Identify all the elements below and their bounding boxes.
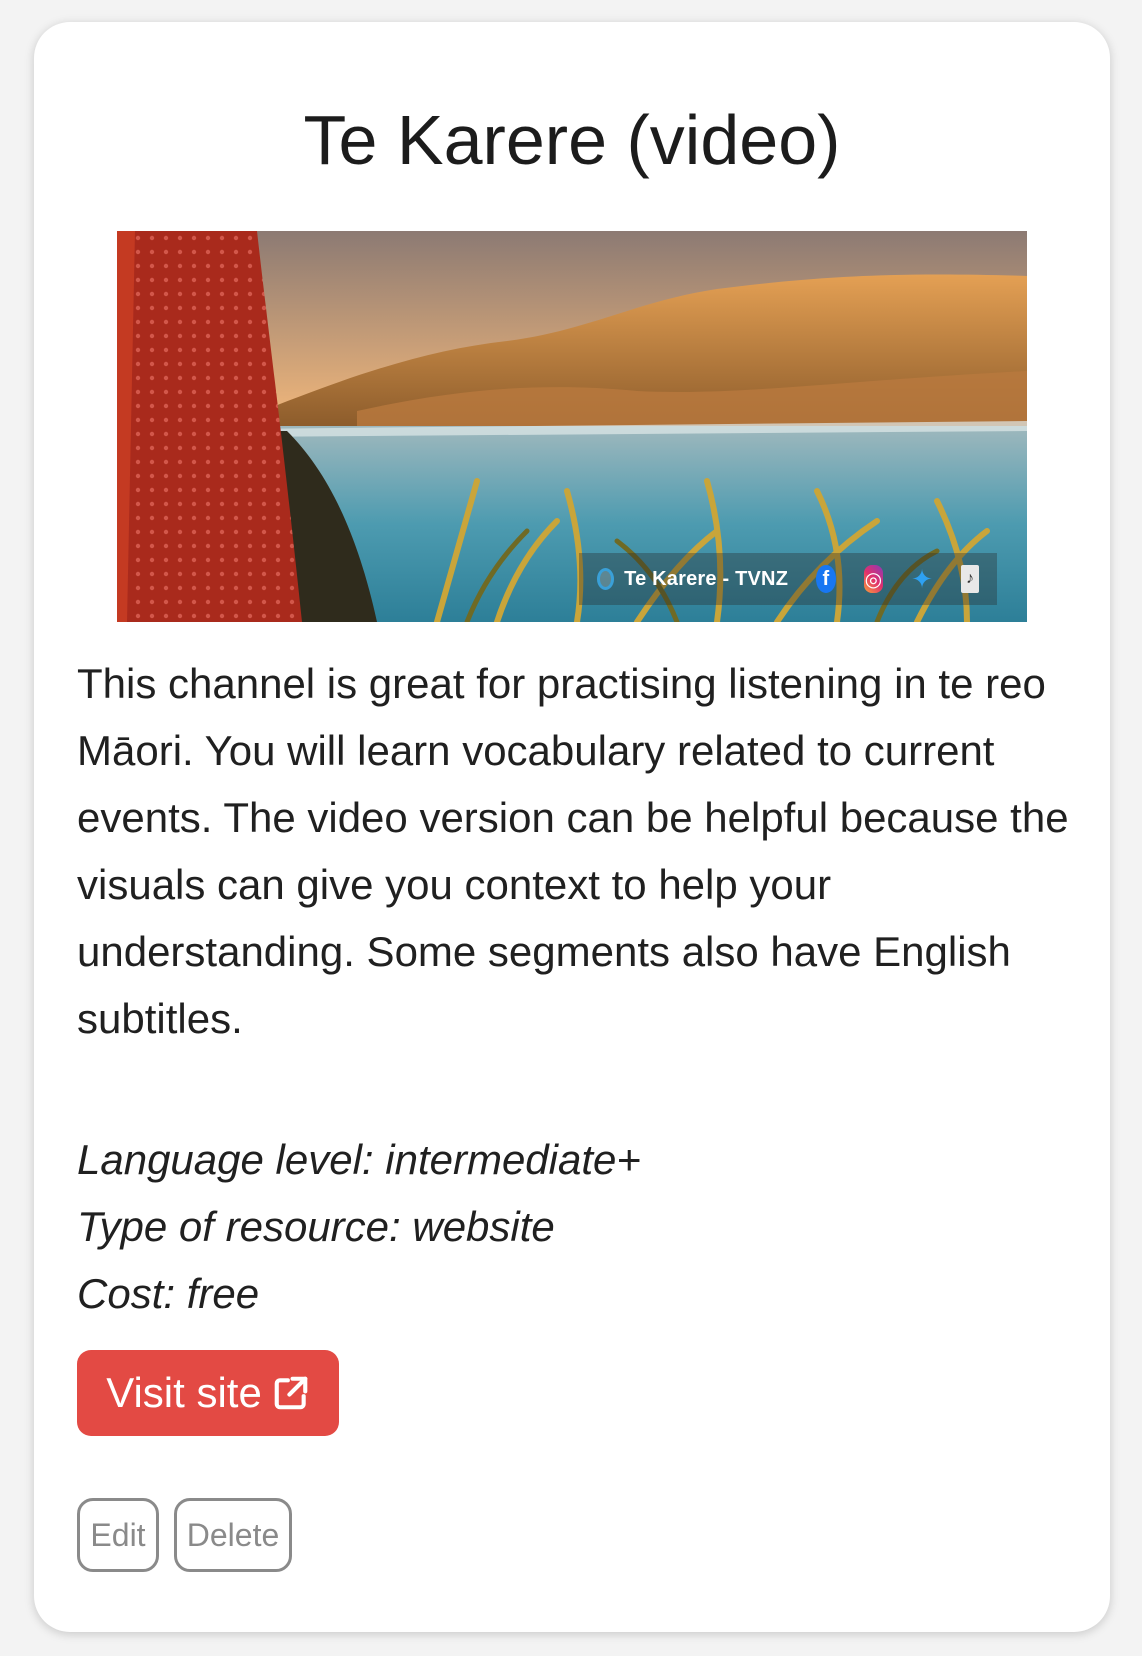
- channel-banner-image: Te Karere - TVNZ f ◎ ✦ ♪: [117, 231, 1027, 622]
- facebook-icon: f: [816, 565, 836, 593]
- card-title: Te Karere (video): [303, 101, 841, 179]
- resource-type: Type of resource: website: [77, 1203, 555, 1250]
- visit-site-button[interactable]: Visit site: [77, 1350, 339, 1436]
- cost: Cost: free: [77, 1270, 260, 1317]
- edit-button[interactable]: Edit: [77, 1498, 159, 1572]
- visit-site-label: Visit site: [106, 1369, 262, 1416]
- tiktok-icon: ♪: [960, 565, 979, 593]
- resource-card: Te Karere (video) Te Karere - TVNZ f ◎ ✦…: [34, 22, 1110, 1632]
- language-level: Language level: intermediate+: [77, 1136, 641, 1183]
- delete-button[interactable]: Delete: [174, 1498, 292, 1572]
- tvnz-logo-icon: [597, 568, 615, 590]
- channel-label: Te Karere - TVNZ: [624, 567, 789, 590]
- instagram-icon: ◎: [863, 565, 884, 593]
- external-link-icon: [274, 1376, 308, 1410]
- channel-info-bar: Te Karere - TVNZ f ◎ ✦ ♪: [579, 553, 997, 605]
- twitter-icon: ✦: [911, 563, 933, 594]
- card-meta: Language level: intermediate+ Type of re…: [77, 1126, 641, 1327]
- card-description: This channel is great for practising lis…: [77, 660, 1069, 1042]
